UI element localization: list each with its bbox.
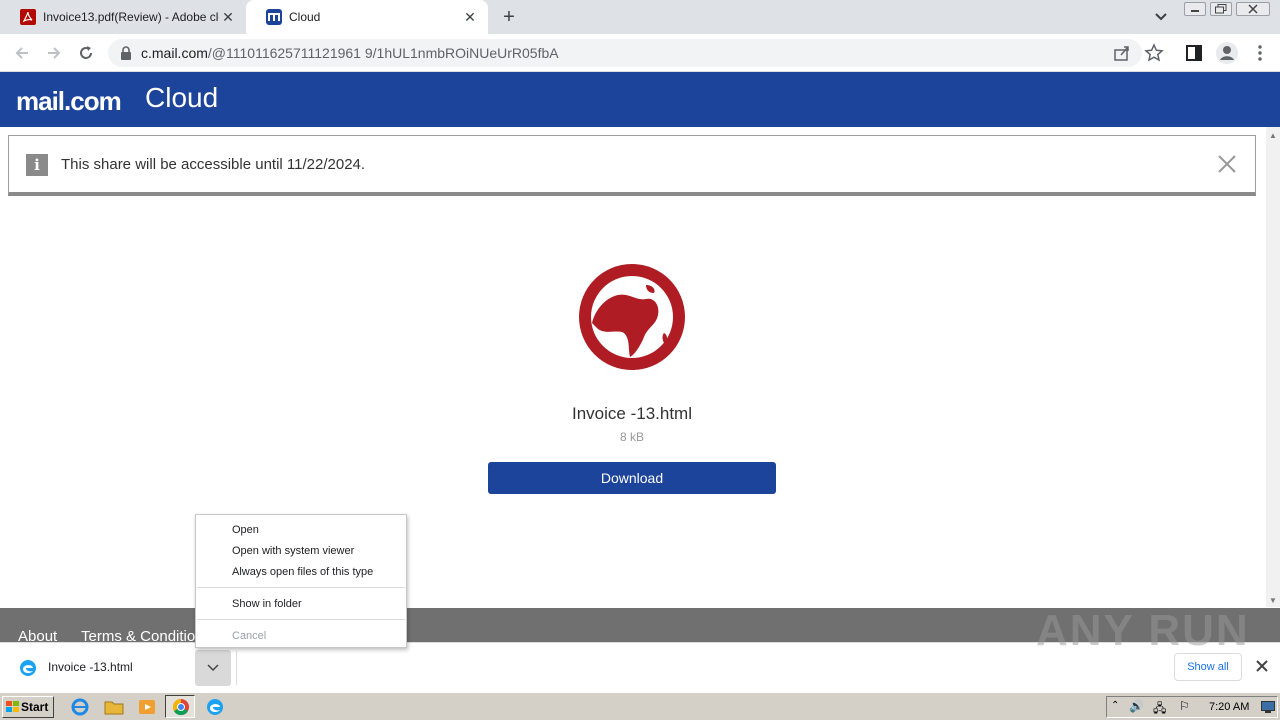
volume-icon[interactable]: 🔊 bbox=[1129, 699, 1144, 713]
menu-item-cancel[interactable]: Cancel bbox=[232, 630, 266, 642]
edge-browser-icon bbox=[20, 660, 36, 676]
menu-item-open[interactable]: Open bbox=[232, 524, 259, 536]
windows-taskbar: Start ⌃ 🔊 🖧 ⚐ 7:20 AM bbox=[0, 692, 1280, 720]
chrome-icon bbox=[172, 698, 189, 716]
download-options-button[interactable] bbox=[195, 650, 231, 686]
product-title: Cloud bbox=[145, 82, 219, 113]
menu-separator bbox=[197, 619, 405, 620]
menu-item-show-in-folder[interactable]: Show in folder bbox=[232, 598, 302, 610]
shelf-divider bbox=[236, 651, 237, 685]
browser-toolbar: c.mail.com/@111011625711121961 9/1hUL1nm… bbox=[0, 34, 1280, 72]
system-tray: ⌃ 🔊 🖧 ⚐ 7:20 AM bbox=[1106, 696, 1278, 718]
file-size: 8 kB bbox=[619, 430, 644, 444]
window-restore-icon[interactable] bbox=[1210, 2, 1232, 16]
show-desktop-icon[interactable] bbox=[1261, 701, 1275, 713]
media-player-icon[interactable] bbox=[136, 697, 158, 717]
adobe-pdf-icon bbox=[20, 9, 36, 25]
tab-strip: Invoice13.pdf(Review) - Adobe cloud ✕ Cl… bbox=[0, 0, 1280, 34]
chevron-down-icon[interactable] bbox=[1152, 9, 1170, 25]
tab-title: Cloud bbox=[289, 10, 321, 24]
scroll-down-icon[interactable]: ▼ bbox=[1269, 596, 1277, 605]
footer-link-terms[interactable]: Terms & Conditions bbox=[81, 628, 211, 642]
internet-explorer-icon[interactable] bbox=[69, 697, 91, 717]
edge-browser-icon[interactable] bbox=[204, 697, 226, 717]
url-text: c.mail.com/@111011625711121961 9/1hUL1nm… bbox=[141, 45, 559, 61]
footer-link-about[interactable]: About bbox=[18, 628, 57, 642]
reload-icon[interactable] bbox=[76, 43, 96, 63]
share-icon[interactable] bbox=[1112, 43, 1132, 63]
windows-flag-icon bbox=[6, 701, 19, 712]
download-file-name[interactable]: Invoice -13.html bbox=[48, 660, 133, 674]
menu-item-always-open[interactable]: Always open files of this type bbox=[232, 566, 373, 578]
bookmark-star-icon[interactable] bbox=[1144, 43, 1164, 63]
tab-close-icon[interactable]: ✕ bbox=[462, 9, 478, 25]
lock-icon[interactable] bbox=[120, 46, 132, 60]
menu-separator bbox=[197, 587, 405, 588]
page-content: mail.com Cloud i This share will be acce… bbox=[0, 72, 1280, 642]
file-name: Invoice -13.html bbox=[572, 404, 692, 423]
tray-expand-icon[interactable]: ⌃ bbox=[1111, 700, 1119, 711]
side-panel-icon[interactable] bbox=[1184, 43, 1204, 63]
tab-close-icon[interactable]: ✕ bbox=[220, 9, 236, 25]
notice-message: This share will be accessible until 11/2… bbox=[61, 156, 366, 173]
globe-file-icon bbox=[579, 264, 685, 370]
tab-cloud[interactable]: Cloud ✕ bbox=[246, 0, 488, 34]
download-context-menu: Open Open with system viewer Always open… bbox=[195, 514, 407, 648]
tab-adobe-invoice[interactable]: Invoice13.pdf(Review) - Adobe cloud ✕ bbox=[0, 0, 246, 34]
download-button[interactable]: Download bbox=[488, 462, 776, 494]
address-bar[interactable]: c.mail.com/@111011625711121961 9/1hUL1nm… bbox=[108, 39, 1142, 67]
profile-avatar-icon[interactable] bbox=[1215, 41, 1239, 65]
chevron-down-icon bbox=[207, 664, 219, 672]
menu-item-open-system-viewer[interactable]: Open with system viewer bbox=[232, 545, 354, 557]
forward-arrow-icon[interactable] bbox=[44, 43, 64, 63]
start-label: Start bbox=[21, 700, 49, 714]
show-all-button[interactable]: Show all bbox=[1174, 653, 1242, 681]
action-center-flag-icon[interactable]: ⚐ bbox=[1179, 699, 1190, 713]
mail-com-icon bbox=[266, 9, 282, 25]
page-scrollbar[interactable]: ▲ ▼ bbox=[1266, 127, 1280, 607]
tab-title: Invoice13.pdf(Review) - Adobe cloud bbox=[43, 10, 219, 24]
close-icon[interactable] bbox=[1216, 153, 1238, 175]
chrome-taskbar-button[interactable] bbox=[165, 695, 195, 718]
start-button[interactable]: Start bbox=[2, 696, 54, 718]
brand-header: mail.com Cloud bbox=[0, 72, 1280, 127]
share-notice: i This share will be accessible until 11… bbox=[8, 135, 1256, 196]
anyrun-watermark: ANY RUN bbox=[1036, 606, 1250, 655]
scroll-up-icon[interactable]: ▲ bbox=[1269, 131, 1277, 140]
window-close-icon[interactable] bbox=[1236, 2, 1270, 16]
close-icon[interactable] bbox=[1254, 658, 1270, 674]
new-tab-icon[interactable]: + bbox=[498, 6, 520, 28]
window-minimize-icon[interactable] bbox=[1184, 2, 1206, 16]
network-icon[interactable]: 🖧 bbox=[1153, 699, 1166, 720]
back-arrow-icon[interactable] bbox=[12, 43, 32, 63]
file-explorer-icon[interactable] bbox=[103, 697, 125, 717]
mail-com-logo[interactable]: mail.com bbox=[16, 86, 122, 117]
kebab-menu-icon[interactable] bbox=[1250, 43, 1270, 63]
info-icon: i bbox=[26, 154, 48, 176]
taskbar-clock[interactable]: 7:20 AM bbox=[1209, 701, 1249, 713]
